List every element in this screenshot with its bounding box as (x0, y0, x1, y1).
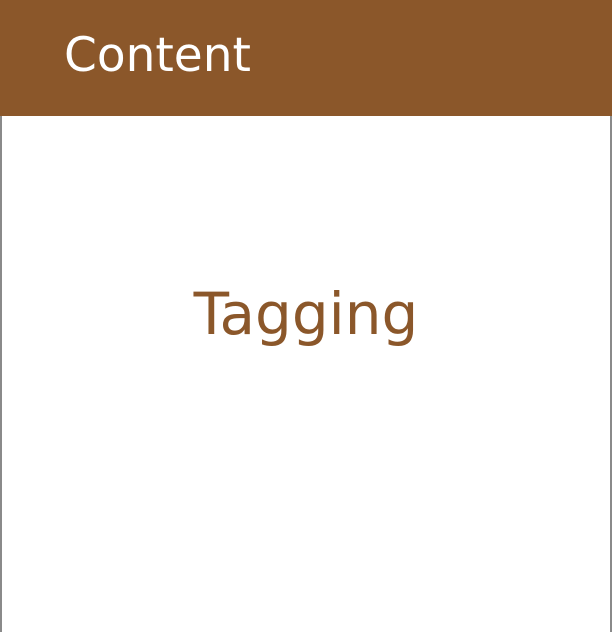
content-label: Tagging (193, 280, 419, 348)
content-area: Tagging (2, 116, 610, 632)
card-header: Content (0, 0, 612, 116)
content-card: Content Tagging (0, 0, 612, 632)
header-title: Content (64, 28, 251, 83)
